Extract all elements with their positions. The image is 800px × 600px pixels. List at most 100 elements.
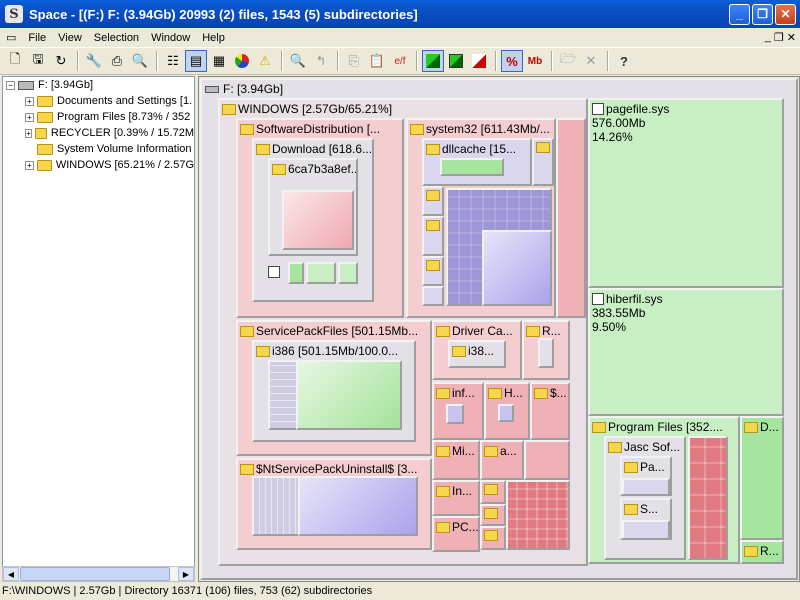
tree-root[interactable]: − F: [3.94Gb] xyxy=(3,77,194,93)
menu-window[interactable]: Window xyxy=(145,32,196,44)
treemap-file-block[interactable] xyxy=(622,520,670,538)
table-view-icon[interactable]: ▦ xyxy=(208,50,230,72)
green-map-icon[interactable] xyxy=(422,50,444,72)
mdi-restore-icon[interactable]: ❐ xyxy=(774,31,784,44)
app-icon[interactable]: S xyxy=(5,5,23,23)
treemap-subfolder[interactable] xyxy=(480,480,506,504)
treemap-subfolder[interactable] xyxy=(532,138,554,186)
expand-icon[interactable]: + xyxy=(25,128,32,138)
expand-icon[interactable]: + xyxy=(25,96,34,106)
warning-icon[interactable]: ⚠ xyxy=(254,50,276,72)
treemap-subfolder[interactable] xyxy=(422,186,444,216)
treemap-file-block[interactable] xyxy=(296,360,402,430)
treemap-system32[interactable]: system32 [611.43Mb/... dllcache [15... xyxy=(406,118,556,318)
tree-item-documents[interactable]: + Documents and Settings [1. xyxy=(3,93,194,109)
delete-icon[interactable]: ✕ xyxy=(580,50,602,72)
menu-selection[interactable]: Selection xyxy=(88,32,145,44)
help-icon[interactable]: ? xyxy=(613,50,635,72)
open-icon[interactable]: 🖫 xyxy=(27,50,49,72)
red-map-icon[interactable] xyxy=(468,50,490,72)
treemap-download[interactable]: Download [618.6... 6ca7b3a8ef... xyxy=(252,138,374,302)
tools-icon[interactable]: 🔧 xyxy=(83,50,105,72)
treemap-windows[interactable]: WINDOWS [2.57Gb/65.21%] SoftwareDistribu… xyxy=(218,98,588,566)
mdi-close-icon[interactable]: ✕ xyxy=(787,31,796,44)
treemap-hiberfil[interactable]: hiberfil.sys 383.55Mb 9.50% xyxy=(588,288,784,416)
treemap-mi-folder[interactable]: Mi... xyxy=(432,440,480,480)
copy-icon[interactable]: ⎘ xyxy=(343,50,365,72)
collapse-icon[interactable]: − xyxy=(6,80,15,90)
treemap-subfolder[interactable] xyxy=(422,286,444,306)
treemap-file-block[interactable] xyxy=(482,230,552,306)
treemap-file-block[interactable] xyxy=(538,338,554,368)
up-icon[interactable]: ↰ xyxy=(310,50,332,72)
expand-icon[interactable]: + xyxy=(25,112,34,122)
treemap-root[interactable]: F: [3.94Gb] WINDOWS [2.57Gb/65.21%] Soft… xyxy=(200,78,798,580)
treemap-file-block[interactable] xyxy=(524,440,570,480)
print-preview-icon[interactable]: 🔍 xyxy=(129,50,151,72)
treemap-service-pack-files[interactable]: ServicePackFiles [501.15Mb... i386 [501.… xyxy=(236,320,432,456)
list-view-icon[interactable]: ▤ xyxy=(185,50,207,72)
treemap-file-grid[interactable] xyxy=(688,436,728,560)
menu-doc-icon[interactable]: ▭ xyxy=(0,31,22,44)
treemap-subfolder[interactable] xyxy=(480,504,506,526)
refresh-icon[interactable]: ↻ xyxy=(50,50,72,72)
treemap-dllcache[interactable]: dllcache [15... xyxy=(422,138,532,186)
scroll-right-icon[interactable]: ▶ xyxy=(178,567,194,581)
treemap-driver-cache[interactable]: Driver Ca... i38... xyxy=(432,320,522,380)
treemap-r2-folder[interactable]: R... xyxy=(740,540,784,564)
treemap-file-block[interactable] xyxy=(440,158,504,176)
treemap-d-folder[interactable]: D... xyxy=(740,416,784,540)
scroll-thumb[interactable] xyxy=(20,567,170,581)
treemap-file-block[interactable] xyxy=(622,478,670,494)
treemap-subfolder[interactable] xyxy=(422,216,444,256)
mb-icon[interactable]: Mb xyxy=(524,50,546,72)
close-button[interactable]: ✕ xyxy=(775,3,796,25)
new-icon[interactable]: 🗋 xyxy=(4,50,26,72)
menu-help[interactable]: Help xyxy=(196,32,231,44)
maximize-button[interactable]: ❐ xyxy=(752,3,773,25)
extensions-icon[interactable]: e/f xyxy=(389,50,411,72)
tree-item-windows[interactable]: + WINDOWS [65.21% / 2.57G xyxy=(3,157,194,173)
paste-icon[interactable]: 📋 xyxy=(366,50,388,72)
treemap-h-folder[interactable]: H... xyxy=(484,382,530,440)
treemap-file-block[interactable] xyxy=(338,262,358,284)
tree-horizontal-scrollbar[interactable]: ◀ ▶ xyxy=(2,566,195,582)
treemap-subfolder[interactable] xyxy=(422,256,444,286)
pie-chart-icon[interactable] xyxy=(231,50,253,72)
treemap-software-distribution[interactable]: SoftwareDistribution [... Download [618.… xyxy=(236,118,404,318)
tree-view-icon[interactable]: ☷ xyxy=(162,50,184,72)
scroll-left-icon[interactable]: ◀ xyxy=(3,567,19,581)
search-icon[interactable]: 🔍 xyxy=(287,50,309,72)
treemap-hash-folder[interactable]: 6ca7b3a8ef... xyxy=(268,158,358,256)
treemap-dollar-folder[interactable]: $... xyxy=(530,382,570,440)
tree-item-recycler[interactable]: + RECYCLER [0.39% / 15.72M xyxy=(3,125,194,141)
treemap-file-block[interactable] xyxy=(288,262,304,284)
treemap-pa-folder[interactable]: Pa... xyxy=(620,456,672,496)
treemap-file-block[interactable] xyxy=(306,262,336,284)
treemap-nt-uninstall[interactable]: $NtServicePackUninstall$ [3... xyxy=(236,458,432,550)
treemap-file-block[interactable] xyxy=(282,190,354,250)
tree-item-system-volume[interactable]: System Volume Information xyxy=(3,141,194,157)
mdi-minimize-icon[interactable]: _ xyxy=(765,31,771,44)
menu-view[interactable]: View xyxy=(52,32,88,44)
treemap-file-block[interactable] xyxy=(298,476,418,536)
folder-open-icon[interactable]: 🗁 xyxy=(557,50,579,72)
print-icon[interactable]: ⎙ xyxy=(106,50,128,72)
treemap-pagefile[interactable]: pagefile.sys 576.00Mb 14.26% xyxy=(588,98,784,288)
treemap-file-block[interactable] xyxy=(556,118,586,318)
treemap-subfolder[interactable] xyxy=(480,526,506,550)
treemap-pc-folder[interactable]: PC... xyxy=(432,516,480,552)
treemap-file-grid[interactable] xyxy=(506,480,570,550)
treemap-file-block[interactable] xyxy=(446,404,464,424)
minimize-button[interactable]: _ xyxy=(729,3,750,25)
treemap-inf[interactable]: inf... xyxy=(432,382,484,440)
treemap-file-block[interactable] xyxy=(498,404,514,422)
green-map-2-icon[interactable] xyxy=(445,50,467,72)
treemap-i386-2[interactable]: i38... xyxy=(448,340,506,368)
percent-icon[interactable]: % xyxy=(501,50,523,72)
tree-item-program-files[interactable]: + Program Files [8.73% / 352 xyxy=(3,109,194,125)
expand-icon[interactable]: + xyxy=(25,160,34,170)
treemap-jasc[interactable]: Jasc Sof... Pa... S... xyxy=(604,436,686,560)
folder-tree[interactable]: − F: [3.94Gb] + Documents and Settings [… xyxy=(2,76,195,579)
treemap-i386[interactable]: i386 [501.15Mb/100.0... xyxy=(252,340,416,442)
